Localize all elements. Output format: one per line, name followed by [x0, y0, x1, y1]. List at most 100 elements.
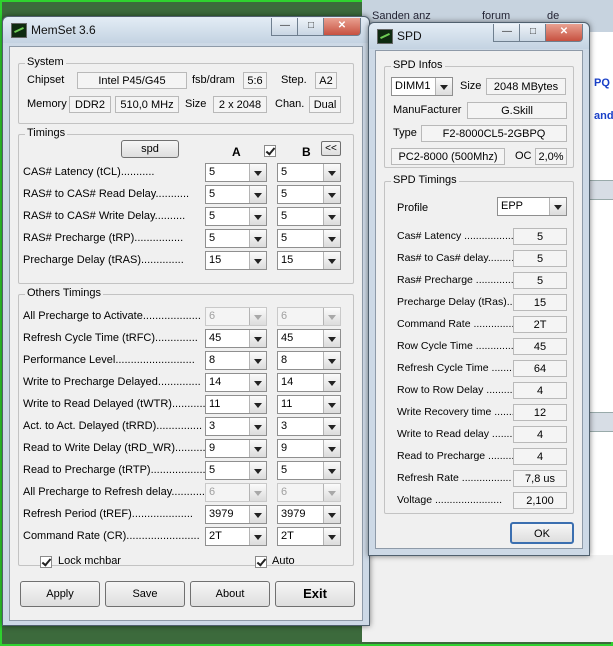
spd-maximize-button[interactable]: □ [519, 24, 547, 42]
oc-value: 2,0% [535, 148, 567, 165]
spd-timing-label: Ras# to Cas# delay........... [397, 252, 520, 264]
exit-button[interactable]: Exit [275, 581, 355, 607]
background-tab[interactable]: Sanden anz [372, 10, 431, 22]
timing-row-label: RAS# Precharge (tRP)................ [23, 232, 184, 244]
other-timing-row-label: Act. to Act. Delayed (tRRD).............… [23, 420, 203, 432]
timing-a-select[interactable]: 5 [205, 229, 267, 248]
save-button[interactable]: Save [105, 581, 185, 607]
timing-b-select[interactable]: 5 [277, 185, 341, 204]
minimize-button[interactable]: — [271, 18, 299, 36]
other-timing-a-select[interactable]: 14 [205, 373, 267, 392]
timing-b-select-value: 5 [281, 166, 288, 178]
timing-b-select[interactable]: 5 [277, 163, 341, 182]
timing-a-select[interactable]: 15 [205, 251, 267, 270]
maximize-button[interactable]: □ [297, 18, 325, 36]
fsb-value: 5:6 [243, 72, 267, 89]
chevron-down-icon [323, 440, 340, 457]
timing-b-select[interactable]: 15 [277, 251, 341, 270]
spd-size-label: Size [460, 80, 482, 92]
other-timing-a-select[interactable]: 9 [205, 439, 267, 458]
other-timing-a-select[interactable]: 3979 [205, 505, 267, 524]
profile-select[interactable]: EPP [497, 197, 567, 216]
timing-b-select[interactable]: 5 [277, 207, 341, 226]
background-bar [590, 412, 613, 432]
other-timing-a-select[interactable]: 11 [205, 395, 267, 414]
timing-row-label: CAS# Latency (tCL)........... [23, 166, 155, 178]
memset-titlebar[interactable]: MemSet 3.6 — □ ✕ [3, 17, 369, 43]
background-bar [590, 180, 613, 200]
spd-titlebar[interactable]: SPD — □ ✕ [369, 23, 589, 49]
chevron-down-icon [549, 198, 566, 215]
size-value: 2 x 2048 [213, 96, 267, 113]
other-timing-b-select-value: 45 [281, 332, 294, 344]
other-timing-a-select-value: 2T [209, 530, 222, 542]
spd-infos-group-label: SPD Infos [391, 59, 445, 71]
other-timing-a-select-value: 3 [209, 420, 216, 432]
sync-checkbox[interactable] [264, 145, 276, 157]
others-timings-group: Others Timings All Precharge to Activate… [18, 287, 354, 566]
other-timing-b-select-value: 2T [281, 530, 294, 542]
other-timing-b-select[interactable]: 3 [277, 417, 341, 436]
other-timing-b-select[interactable]: 8 [277, 351, 341, 370]
copy-left-button[interactable]: << [321, 141, 341, 156]
other-timing-row-label: Write to Precharge Delayed.............. [23, 376, 201, 388]
other-timing-b-select[interactable]: 2T [277, 527, 341, 546]
timing-a-select[interactable]: 5 [205, 185, 267, 204]
memset-title: MemSet 3.6 [31, 23, 96, 37]
apply-button[interactable]: Apply [20, 581, 100, 607]
manufacturer-label: ManuFacturer [393, 104, 462, 116]
other-timing-b-select[interactable]: 3979 [277, 505, 341, 524]
background-tab[interactable]: forum [482, 10, 510, 22]
background-link[interactable]: and [594, 110, 613, 122]
other-timing-row-label: Write to Read Delayed (tWTR)........... [23, 398, 206, 410]
profile-selected: EPP [501, 200, 524, 212]
ok-button[interactable]: OK [510, 522, 574, 544]
spd-minimize-button[interactable]: — [493, 24, 521, 42]
auto-checkbox[interactable] [255, 556, 267, 568]
other-timing-a-select[interactable]: 2T [205, 527, 267, 546]
spd-timing-label: Refresh Cycle Time .......... [397, 362, 521, 374]
chevron-down-icon [323, 308, 340, 325]
chevron-down-icon [249, 252, 266, 269]
timing-a-select[interactable]: 5 [205, 163, 267, 182]
other-timing-a-select[interactable]: 5 [205, 461, 267, 480]
background-tab[interactable]: de [547, 10, 559, 22]
type-label: Type [393, 127, 417, 139]
background-link[interactable]: PQ [594, 77, 610, 89]
chevron-down-icon [435, 78, 452, 95]
lock-mchbar-checkbox[interactable] [40, 556, 52, 568]
chevron-down-icon [323, 396, 340, 413]
about-button[interactable]: About [190, 581, 270, 607]
other-timing-row-label: Read to Write Delay (tRD_WR)........... [23, 442, 209, 454]
spd-timing-label: Ras# Precharge ............... [397, 274, 520, 286]
close-button[interactable]: ✕ [323, 18, 361, 36]
spd-close-button[interactable]: ✕ [545, 24, 583, 42]
timings-group: Timings spd A B << CAS# Latency (tCL)...… [18, 127, 354, 284]
chevron-down-icon [249, 352, 266, 369]
timing-b-select[interactable]: 5 [277, 229, 341, 248]
dimm-select[interactable]: DIMM1 [391, 77, 453, 96]
memset-window: MemSet 3.6 — □ ✕ System Chipset Intel P4… [2, 16, 370, 626]
memset-app-icon [11, 23, 27, 38]
other-timing-a-select[interactable]: 8 [205, 351, 267, 370]
fsb-label: fsb/dram [192, 74, 235, 86]
spd-timing-label: Command Rate ............... [397, 318, 518, 330]
other-timing-row-label: Refresh Cycle Time (tRFC).............. [23, 332, 198, 344]
timing-row-label: RAS# to CAS# Write Delay.......... [23, 210, 186, 222]
other-timing-b-select[interactable]: 45 [277, 329, 341, 348]
chevron-down-icon [249, 330, 266, 347]
timing-a-select[interactable]: 5 [205, 207, 267, 226]
spd-title: SPD [397, 29, 422, 43]
other-timing-b-select[interactable]: 14 [277, 373, 341, 392]
column-b-header: B [302, 145, 311, 159]
other-timing-a-select[interactable]: 3 [205, 417, 267, 436]
spd-button[interactable]: spd [121, 140, 179, 158]
spd-timing-value: 12 [513, 404, 567, 421]
timing-row-label: RAS# to CAS# Read Delay........... [23, 188, 190, 200]
other-timing-a-select[interactable]: 45 [205, 329, 267, 348]
manufacturer-value: G.Skill [467, 102, 567, 119]
other-timing-b-select[interactable]: 11 [277, 395, 341, 414]
other-timing-b-select[interactable]: 9 [277, 439, 341, 458]
memset-client: System Chipset Intel P45/G45 fsb/dram 5:… [9, 46, 363, 621]
other-timing-b-select[interactable]: 5 [277, 461, 341, 480]
